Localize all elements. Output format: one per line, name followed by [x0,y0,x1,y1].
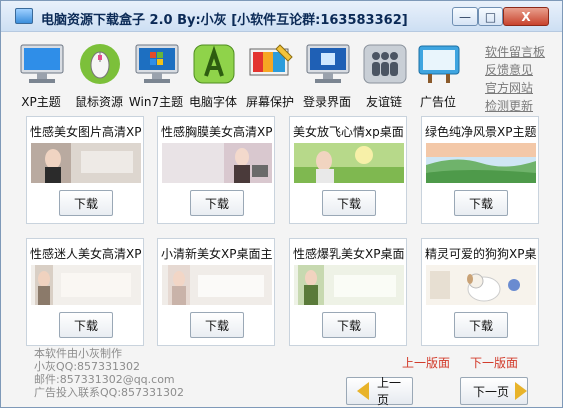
maximize-button[interactable]: □ [478,7,503,26]
theme-thumbnail [31,143,141,183]
next-page-label: 下一页 [473,384,510,399]
tool-label: 电脑字体 [188,95,237,109]
card-title: 小清新美女XP桌面主 [161,247,273,261]
theme-card: 美女放飞心情xp桌面 下载 [289,116,407,224]
card-title: 性感爆乳美女XP桌面 [293,247,405,261]
windows-monitor-icon [135,44,179,83]
download-button[interactable]: 下载 [190,312,244,338]
link-feedback[interactable]: 反馈意见 [485,61,551,79]
billboard-icon [418,45,460,83]
footer-line: 邮件:857331302@qq.com [34,373,175,386]
footer-line: 本软件由小灰制作 [34,347,122,360]
theme-card: 性感美女图片高清XP 下载 [26,116,144,224]
theme-card: 性感迷人美女高清XP 下载 [26,238,144,346]
window-title: 电脑资源下载盒子 2.0 By:小灰 [小软件互论群:163583362] [41,13,408,28]
link-message-board[interactable]: 软件留言板 [485,43,551,61]
tool-label: 鼠标资源 [74,95,123,109]
theme-card: 性感爆乳美女XP桌面 下载 [289,238,407,346]
tool-label: Win7主题 [128,95,184,109]
prev-layout-link[interactable]: 上一版面 [402,354,450,371]
theme-thumbnail [294,265,404,305]
mouse-icon [80,44,120,84]
arrow-left-icon [357,382,369,400]
monitor-icon [20,44,64,83]
tool-label: 登录界面 [302,95,351,109]
tool-mouse[interactable]: 鼠标资源 [71,41,127,111]
card-title: 性感迷人美女高清XP [30,247,142,261]
next-layout-link[interactable]: 下一版面 [470,354,518,371]
font-letter-a-icon [193,44,235,84]
prev-page-label: 上一页 [377,376,402,407]
tool-xp-theme[interactable]: XP主题 [13,41,69,111]
download-button[interactable]: 下载 [190,190,244,216]
side-links: 软件留言板 反馈意见 官方网站 检测更新 [485,43,551,115]
tool-win7-theme[interactable]: Win7主题 [128,41,184,111]
card-title: 精灵可爱的狗狗XP桌 [425,247,537,261]
theme-thumbnail [31,265,141,305]
download-button[interactable]: 下载 [454,190,508,216]
close-button[interactable]: X [503,7,549,26]
app-icon [15,8,33,24]
tool-label: XP主题 [21,95,61,109]
download-button[interactable]: 下载 [454,312,508,338]
login-screen-icon [306,44,350,83]
card-title: 性感美女图片高清XP [30,125,142,139]
theme-thumbnail [294,143,404,183]
tool-login-screen[interactable]: 登录界面 [299,41,355,111]
tool-screensaver[interactable]: 屏幕保护 [242,41,298,111]
footer-line: 小灰QQ:857331302 [34,360,141,373]
link-check-update[interactable]: 检测更新 [485,97,551,115]
tool-ad-slot[interactable]: 广告位 [410,41,466,111]
category-toolbar: XP主题 鼠标资源 Win7主题 电脑字体 屏幕保护 登录界面 友谊链 广告位 [13,41,463,111]
arrow-right-icon [515,382,527,400]
theme-card: 小清新美女XP桌面主 下载 [157,238,275,346]
minimize-button[interactable]: — [452,7,478,26]
tool-label: 屏幕保护 [245,95,294,109]
prev-page-button[interactable]: 上一页 [346,376,413,407]
link-official-site[interactable]: 官方网站 [485,79,551,97]
download-button[interactable]: 下载 [59,190,113,216]
title-bar[interactable]: 电脑资源下载盒子 2.0 By:小灰 [小软件互论群:163583362] — … [1,1,562,32]
screensaver-icon [249,44,293,76]
theme-card: 精灵可爱的狗狗XP桌 下载 [421,238,539,346]
theme-card: 绿色纯净风景XP主题 下载 [421,116,539,224]
theme-card: 性感胸膜美女高清XP 下载 [157,116,275,224]
tool-friend-links[interactable]: 友谊链 [356,41,412,111]
next-page-button[interactable]: 下一页 [460,377,528,405]
theme-thumbnail [426,265,536,305]
tool-fonts[interactable]: 电脑字体 [185,41,241,111]
theme-thumbnail [162,265,272,305]
theme-thumbnail [162,143,272,183]
card-title: 性感胸膜美女高清XP [161,125,273,139]
download-button[interactable]: 下载 [59,312,113,338]
app-window: 电脑资源下载盒子 2.0 By:小灰 [小软件互论群:163583362] — … [0,0,563,408]
download-button[interactable]: 下载 [322,190,376,216]
download-button[interactable]: 下载 [322,312,376,338]
card-title: 美女放飞心情xp桌面 [293,125,404,139]
card-title: 绿色纯净风景XP主题 [425,125,537,139]
tool-label: 广告位 [419,95,456,109]
people-icon [363,44,407,84]
theme-thumbnail [426,143,536,183]
footer-info: 本软件由小灰制作 小灰QQ:857331302 邮件:857331302@qq.… [34,347,234,399]
footer-line: 广告投入联系QQ:857331302 [34,386,185,399]
